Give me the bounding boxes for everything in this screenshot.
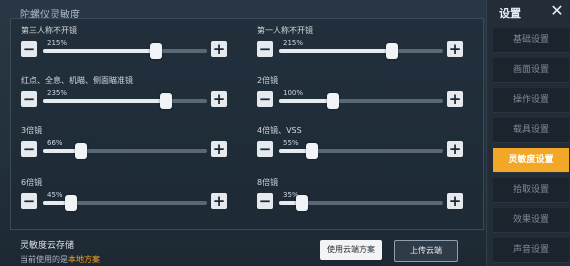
slider-value: 55% — [283, 139, 299, 147]
decrease-button[interactable]: − — [257, 193, 273, 209]
slider-fill — [279, 99, 334, 103]
main-panel: 陀螺仪灵敏度 第三人称不开镜 − 215% + 第一人称不开镜 − 215% + — [0, 0, 486, 266]
slider-track[interactable] — [43, 143, 207, 159]
decrease-button[interactable]: − — [21, 193, 37, 209]
slider-label: 4倍镜、VSS — [257, 126, 302, 135]
cloud-storage-title: 灵敏度云存储 — [20, 241, 75, 251]
slider-thumb[interactable] — [327, 93, 340, 109]
slider-track[interactable] — [279, 143, 443, 159]
slider-value: 215% — [283, 39, 304, 47]
slider-thumb[interactable] — [386, 43, 399, 59]
slider-value: 235% — [47, 89, 68, 97]
slider-label: 红点、全息、机瞄、侧面瞄准镜 — [21, 76, 133, 85]
slider-thumb[interactable] — [295, 195, 308, 211]
sensitivity-card: 第三人称不开镜 − 215% + 第一人称不开镜 − 215% + 红点、全息、… — [10, 18, 484, 230]
slider-8x-scope: 8倍镜 − 35% + — [257, 177, 487, 223]
decrease-button[interactable]: − — [257, 91, 273, 107]
sidebar-title: 设置 — [499, 7, 521, 20]
cloud-storage-status: 当前使用的是本地方案 — [20, 254, 100, 265]
slider-value: 100% — [283, 89, 304, 97]
tab-pickup-settings[interactable]: 拾取设置 — [493, 178, 569, 203]
use-cloud-scheme-button[interactable]: 使用云端方案 — [320, 240, 382, 260]
settings-sidebar: 设置 ✕ 基础设置 画面设置 操作设置 载具设置 灵敏度设置 拾取设置 效果设置… — [486, 0, 570, 266]
decrease-button[interactable]: − — [21, 91, 37, 107]
slider-label: 第三人称不开镜 — [21, 26, 77, 35]
slider-third-person-no-scope: 第三人称不开镜 − 215% + — [21, 25, 251, 71]
tab-basic-settings[interactable]: 基础设置 — [493, 28, 569, 53]
slider-label: 第一人称不开镜 — [257, 26, 313, 35]
slider-4x-scope-vss: 4倍镜、VSS − 55% + — [257, 125, 487, 171]
decrease-button[interactable]: − — [21, 41, 37, 57]
slider-thumb[interactable] — [305, 143, 318, 159]
slider-value: 45% — [47, 191, 63, 199]
increase-button[interactable]: + — [211, 41, 227, 57]
cloud-status-prefix: 当前使用的是 — [20, 255, 68, 264]
slider-value: 215% — [47, 39, 68, 47]
increase-button[interactable]: + — [211, 193, 227, 209]
slider-track[interactable] — [279, 93, 443, 109]
increase-button[interactable]: + — [447, 193, 463, 209]
slider-label: 3倍镜 — [21, 126, 43, 135]
slider-2x-scope: 2倍镜 − 100% + — [257, 75, 487, 121]
tab-graphics-settings[interactable]: 画面设置 — [493, 58, 569, 83]
tab-vehicle-settings[interactable]: 载具设置 — [493, 118, 569, 143]
slider-thumb[interactable] — [150, 43, 163, 59]
slider-thumb[interactable] — [160, 93, 172, 109]
slider-3x-scope: 3倍镜 − 66% + — [21, 125, 251, 171]
slider-track[interactable] — [43, 195, 207, 211]
tab-control-settings[interactable]: 操作设置 — [493, 88, 569, 113]
cloud-status-value: 本地方案 — [68, 255, 100, 264]
tab-sensitivity-settings[interactable]: 灵敏度设置 — [493, 148, 569, 173]
upload-to-cloud-button[interactable]: 上传云端 — [394, 240, 458, 262]
increase-button[interactable]: + — [211, 91, 227, 107]
slider-6x-scope: 6倍镜 − 45% + — [21, 177, 251, 223]
slider-value: 66% — [47, 139, 63, 147]
slider-track[interactable] — [279, 195, 443, 211]
slider-track[interactable] — [279, 43, 443, 59]
slider-thumb[interactable] — [74, 143, 87, 159]
close-icon[interactable]: ✕ — [543, 0, 570, 22]
slider-label: 6倍镜 — [21, 178, 43, 187]
slider-track[interactable] — [43, 93, 207, 109]
tab-effect-settings[interactable]: 效果设置 — [493, 208, 569, 233]
slider-red-dot-holo: 红点、全息、机瞄、侧面瞄准镜 − 235% + — [21, 75, 251, 121]
increase-button[interactable]: + — [211, 141, 227, 157]
decrease-button[interactable]: − — [21, 141, 37, 157]
slider-track[interactable] — [43, 43, 207, 59]
slider-fill — [279, 49, 393, 53]
decrease-button[interactable]: − — [257, 141, 273, 157]
slider-fill — [43, 99, 166, 103]
slider-label: 8倍镜 — [257, 178, 279, 187]
slider-first-person-no-scope: 第一人称不开镜 − 215% + — [257, 25, 487, 71]
increase-button[interactable]: + — [447, 91, 463, 107]
decrease-button[interactable]: − — [257, 41, 273, 57]
slider-fill — [43, 49, 157, 53]
tab-sound-settings[interactable]: 声音设置 — [493, 238, 569, 263]
cloud-storage-section: 灵敏度云存储 当前使用的是本地方案 使用云端方案 上传云端 — [20, 238, 470, 266]
increase-button[interactable]: + — [447, 141, 463, 157]
slider-thumb[interactable] — [64, 195, 77, 211]
slider-label: 2倍镜 — [257, 76, 279, 85]
increase-button[interactable]: + — [447, 41, 463, 57]
